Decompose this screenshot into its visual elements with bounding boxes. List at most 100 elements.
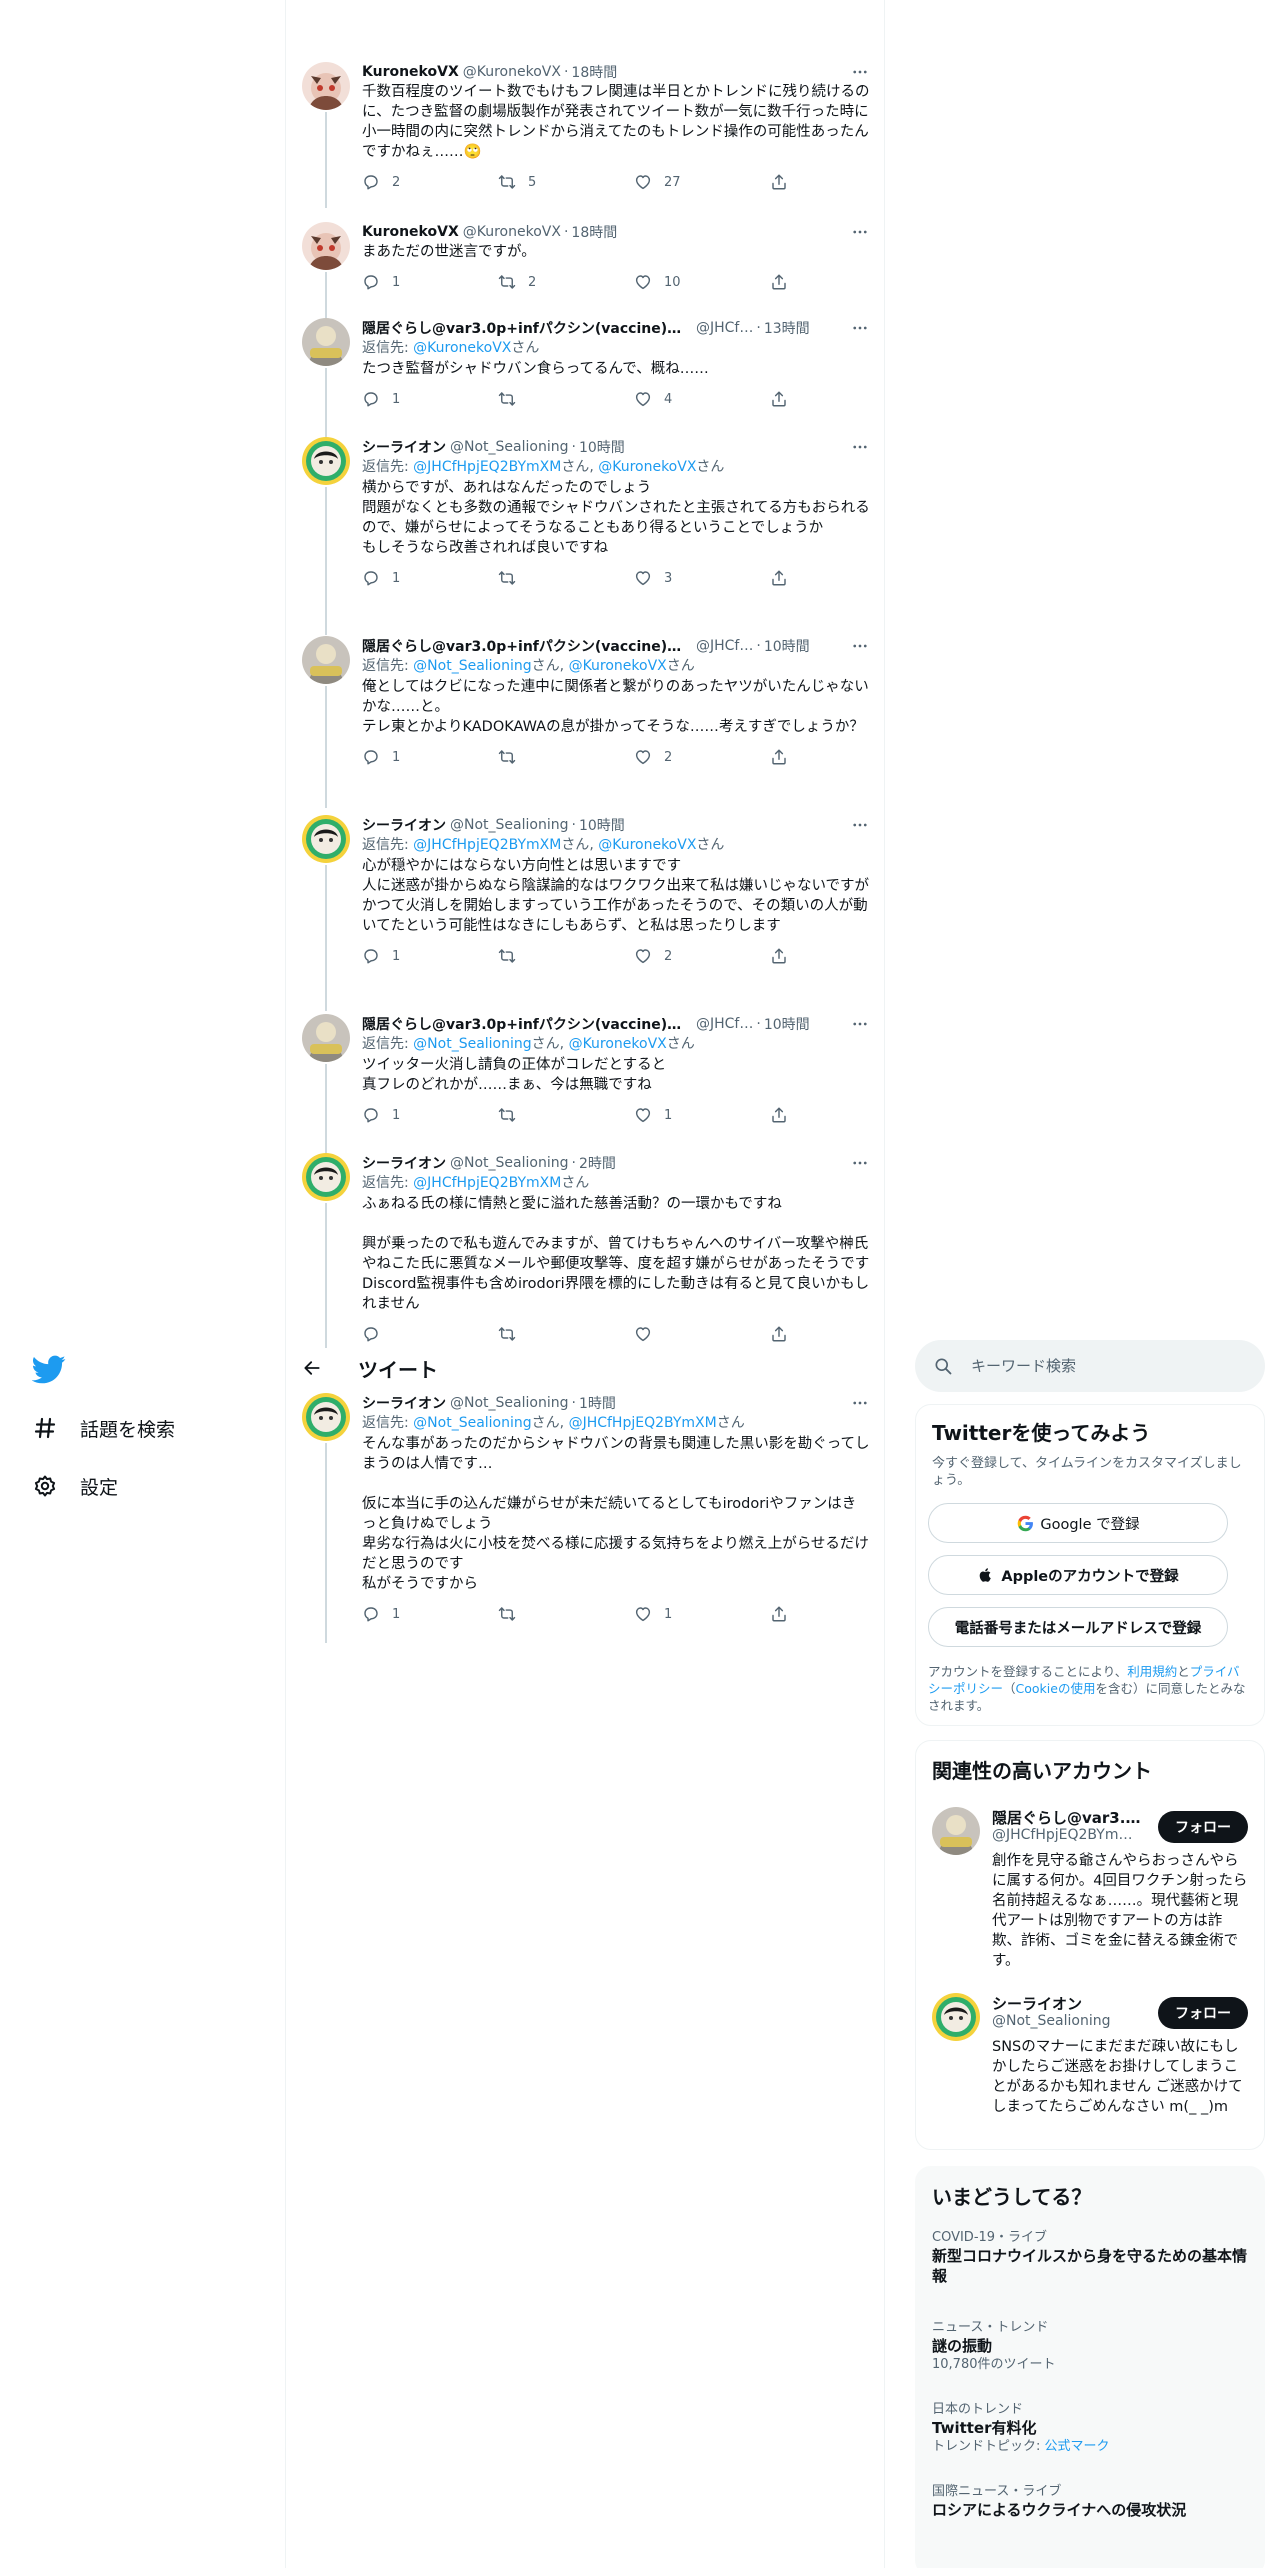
like-button[interactable]: 2 xyxy=(634,947,770,965)
like-button[interactable]: 1 xyxy=(634,1106,770,1124)
author-name[interactable]: シーライオン xyxy=(362,815,446,835)
share-button[interactable] xyxy=(770,1325,800,1343)
author-name[interactable]: 隠居ぐらし@var3.0p+infパクシン(vaccine)教徒… xyxy=(362,1014,692,1034)
author-handle[interactable]: @KuronekoVX xyxy=(463,224,561,240)
retweet-button[interactable] xyxy=(498,748,634,766)
terms-link[interactable]: 利用規約 xyxy=(1127,1664,1177,1679)
back-arrow-icon[interactable] xyxy=(300,1356,324,1380)
mention-link[interactable]: @KuronekoVX xyxy=(598,459,696,475)
like-button[interactable]: 27 xyxy=(634,173,770,191)
share-button[interactable] xyxy=(770,947,800,965)
tweet-timestamp[interactable]: 10時間 xyxy=(579,437,625,457)
share-button[interactable] xyxy=(770,273,800,291)
mention-link[interactable]: @JHCfHpjEQ2BYmXM xyxy=(413,837,561,853)
more-options-icon[interactable] xyxy=(850,318,870,338)
retweet-button[interactable]: 2 xyxy=(498,273,634,291)
account-name[interactable]: シーライオン xyxy=(992,1993,1142,2014)
avatar[interactable] xyxy=(302,222,350,270)
share-button[interactable] xyxy=(770,748,800,766)
more-options-icon[interactable] xyxy=(850,1014,870,1034)
trend-item[interactable]: ニュース・トレンド 謎の振動 10,780件のツイート xyxy=(932,2319,1252,2374)
follow-button[interactable]: フォロー xyxy=(1158,1811,1248,1843)
avatar[interactable] xyxy=(302,1153,350,1201)
author-handle[interactable]: @Not_Sealioning xyxy=(450,439,568,455)
reply-button[interactable]: 2 xyxy=(362,173,498,191)
tweet-timestamp[interactable]: 10時間 xyxy=(764,636,810,656)
mention-link[interactable]: @KuronekoVX xyxy=(413,340,511,356)
mention-link[interactable]: @Not_Sealioning xyxy=(413,1036,531,1052)
like-button[interactable]: 2 xyxy=(634,748,770,766)
like-button[interactable]: 4 xyxy=(634,390,770,408)
mention-link[interactable]: @KuronekoVX xyxy=(569,1036,667,1052)
share-button[interactable] xyxy=(770,569,800,587)
related-account-0[interactable]: 隠居ぐらし@var3.0p… @JHCfHpjEQ2BYm… フォロー 創作を見… xyxy=(932,1807,1252,1977)
avatar[interactable] xyxy=(302,1014,350,1062)
more-options-icon[interactable] xyxy=(850,222,870,242)
author-name[interactable]: KuronekoVX xyxy=(362,224,459,240)
avatar[interactable] xyxy=(932,1807,980,1855)
follow-button[interactable]: フォロー xyxy=(1158,1997,1248,2029)
author-name[interactable]: シーライオン xyxy=(362,1393,446,1413)
reply-button[interactable]: 1 xyxy=(362,947,498,965)
mention-link[interactable]: @JHCfHpjEQ2BYmXM xyxy=(413,459,561,475)
mention-link[interactable]: @Not_Sealioning xyxy=(413,1415,531,1431)
cookie-link[interactable]: Cookieの使用 xyxy=(1016,1681,1096,1696)
account-name[interactable]: 隠居ぐらし@var3.0p… xyxy=(992,1807,1142,1828)
mention-link[interactable]: @JHCfHpjEQ2BYmXM xyxy=(413,1175,561,1191)
author-name[interactable]: シーライオン xyxy=(362,437,446,457)
share-button[interactable] xyxy=(770,1106,800,1124)
mention-link[interactable]: @JHCfHpjEQ2BYmXM xyxy=(569,1415,717,1431)
reply-button[interactable]: 1 xyxy=(362,748,498,766)
reply-button[interactable]: 1 xyxy=(362,273,498,291)
retweet-button[interactable] xyxy=(498,1605,634,1623)
tweet-timestamp[interactable]: 18時間 xyxy=(571,222,617,242)
mention-link[interactable]: @Not_Sealioning xyxy=(413,658,531,674)
author-name[interactable]: 隠居ぐらし@var3.0p+infパクシン(vaccine)教徒… xyxy=(362,318,692,338)
trend-item[interactable]: 日本のトレンド Twitter有料化 トレンドトピック: 公式マーク xyxy=(932,2401,1252,2456)
tweet-timestamp[interactable]: 13時間 xyxy=(764,318,810,338)
trend-item[interactable]: COVID-19・ライブ 新型コロナウイルスから身を守るための基本情報 xyxy=(932,2229,1252,2286)
share-button[interactable] xyxy=(770,1605,800,1623)
reply-button[interactable]: 1 xyxy=(362,569,498,587)
twitter-bird-icon[interactable] xyxy=(31,1352,66,1386)
more-options-icon[interactable] xyxy=(850,437,870,457)
reply-button[interactable]: 1 xyxy=(362,390,498,408)
retweet-button[interactable] xyxy=(498,1106,634,1124)
author-handle[interactable]: @JHCf… xyxy=(696,1016,753,1032)
retweet-button[interactable] xyxy=(498,390,634,408)
like-button[interactable]: 1 xyxy=(634,1605,770,1623)
tweet-timestamp[interactable]: 2時間 xyxy=(579,1153,616,1173)
retweet-button[interactable] xyxy=(498,947,634,965)
search-box[interactable]: キーワード検索 xyxy=(915,1340,1265,1392)
mention-link[interactable]: @KuronekoVX xyxy=(598,837,696,853)
tweet-timestamp[interactable]: 18時間 xyxy=(571,62,617,82)
like-button[interactable]: 10 xyxy=(634,273,770,291)
more-options-icon[interactable] xyxy=(850,636,870,656)
author-handle[interactable]: @Not_Sealioning xyxy=(450,1395,568,1411)
avatar[interactable] xyxy=(302,318,350,366)
mention-link[interactable]: @KuronekoVX xyxy=(569,658,667,674)
avatar[interactable] xyxy=(302,815,350,863)
reply-button[interactable]: 1 xyxy=(362,1106,498,1124)
search-input[interactable]: キーワード検索 xyxy=(971,1355,1076,1376)
nav-item-settings[interactable]: 設定 xyxy=(32,1466,118,1506)
tweet-timestamp[interactable]: 10時間 xyxy=(764,1014,810,1034)
author-name[interactable]: KuronekoVX xyxy=(362,64,459,80)
avatar[interactable] xyxy=(302,636,350,684)
reply-button[interactable] xyxy=(362,1325,498,1343)
avatar[interactable] xyxy=(302,437,350,485)
more-options-icon[interactable] xyxy=(850,815,870,835)
related-account-1[interactable]: シーライオン @Not_Sealioning フォロー SNSのマナーにまだまだ… xyxy=(932,1993,1252,2133)
google-signup-button[interactable]: Google で登録 xyxy=(928,1503,1228,1543)
share-button[interactable] xyxy=(770,173,800,191)
retweet-button[interactable] xyxy=(498,1325,634,1343)
tweet-timestamp[interactable]: 10時間 xyxy=(579,815,625,835)
more-options-icon[interactable] xyxy=(850,1393,870,1413)
avatar[interactable] xyxy=(302,62,350,110)
author-handle[interactable]: @JHCf… xyxy=(696,320,753,336)
trend-item[interactable]: 国際ニュース・ライブ ロシアによるウクライナへの侵攻状況 xyxy=(932,2483,1252,2520)
avatar[interactable] xyxy=(932,1993,980,2041)
avatar[interactable] xyxy=(302,1393,350,1441)
retweet-button[interactable] xyxy=(498,569,634,587)
phone-email-signup-button[interactable]: 電話番号またはメールアドレスで登録 xyxy=(928,1607,1228,1647)
